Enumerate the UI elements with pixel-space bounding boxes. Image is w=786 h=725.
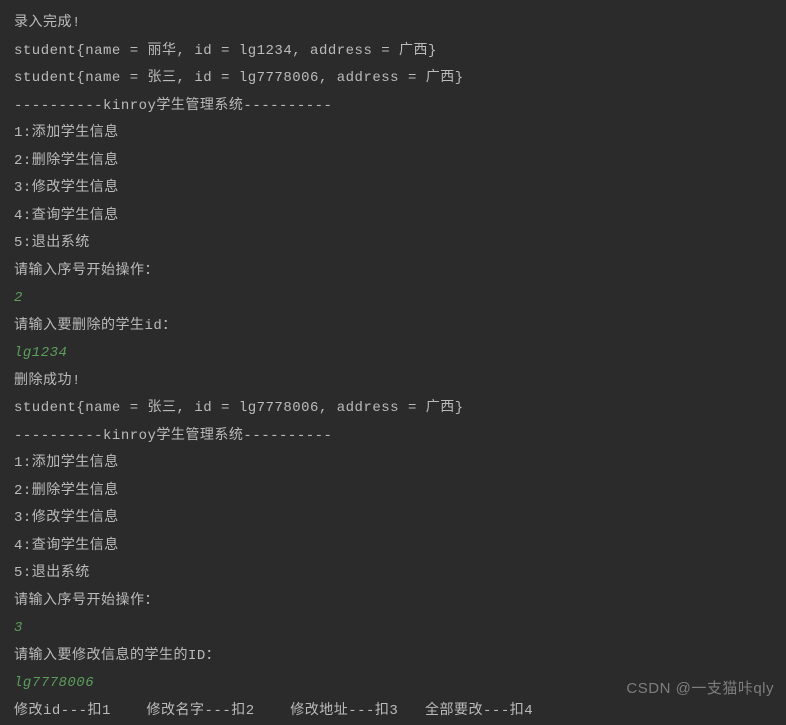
terminal-output: 录入完成!student{name = 丽华, id = lg1234, add… bbox=[14, 10, 772, 725]
output-line: ----------kinroy学生管理系统---------- bbox=[14, 423, 772, 451]
output-line: 3:修改学生信息 bbox=[14, 505, 772, 533]
output-line: student{name = 张三, id = lg7778006, addre… bbox=[14, 65, 772, 93]
user-input-line: lg1234 bbox=[14, 340, 772, 368]
output-line: 5:退出系统 bbox=[14, 230, 772, 258]
output-line: 请输入序号开始操作： bbox=[14, 588, 772, 616]
output-line: student{name = 丽华, id = lg1234, address … bbox=[14, 38, 772, 66]
output-line: 录入完成! bbox=[14, 10, 772, 38]
output-line: student{name = 张三, id = lg7778006, addre… bbox=[14, 395, 772, 423]
watermark: CSDN @一支猫咔qly bbox=[626, 675, 774, 703]
output-line: 删除成功! bbox=[14, 368, 772, 396]
user-input-line: 3 bbox=[14, 615, 772, 643]
output-line: 1:添加学生信息 bbox=[14, 450, 772, 478]
output-line: 请输入序号开始操作： bbox=[14, 258, 772, 286]
output-line: ----------kinroy学生管理系统---------- bbox=[14, 93, 772, 121]
output-line: 2:删除学生信息 bbox=[14, 478, 772, 506]
output-line: 4:查询学生信息 bbox=[14, 533, 772, 561]
output-line: 5:退出系统 bbox=[14, 560, 772, 588]
output-line: 4:查询学生信息 bbox=[14, 203, 772, 231]
output-line: 2:删除学生信息 bbox=[14, 148, 772, 176]
output-line: 1:添加学生信息 bbox=[14, 120, 772, 148]
user-input-line: 2 bbox=[14, 285, 772, 313]
output-line: 请输入要删除的学生id： bbox=[14, 313, 772, 341]
output-line: 请输入要修改信息的学生的ID： bbox=[14, 643, 772, 671]
output-line: 3:修改学生信息 bbox=[14, 175, 772, 203]
